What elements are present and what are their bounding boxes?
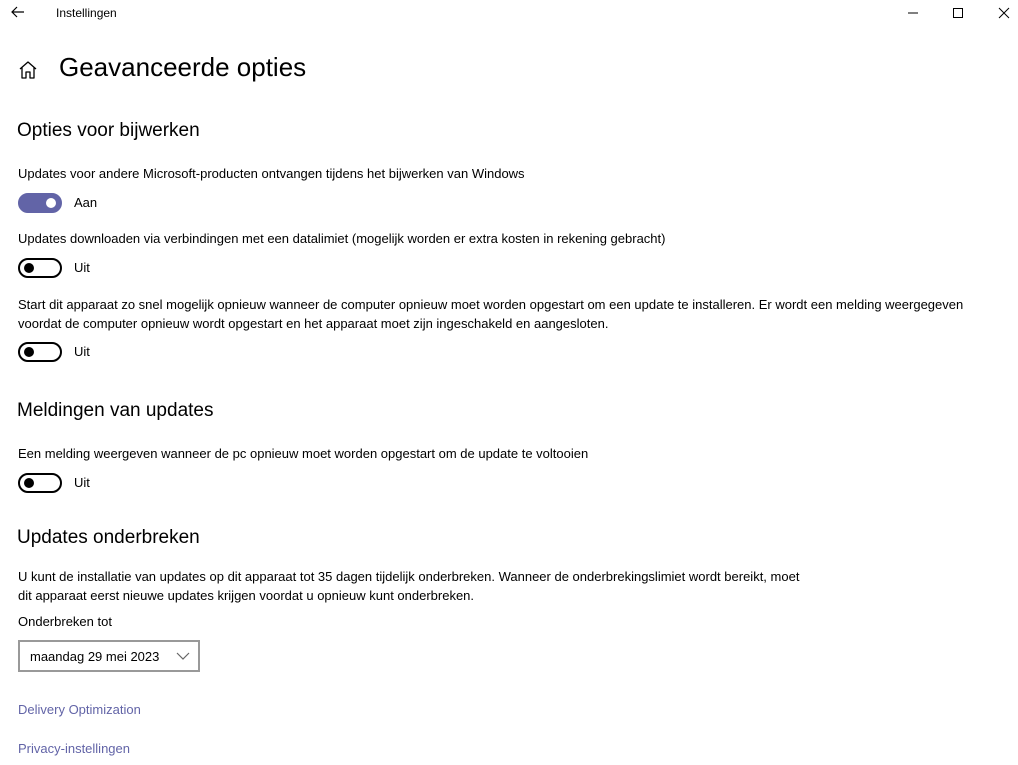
pause-description: U kunt de installatie van updates op dit…	[18, 569, 800, 603]
pause-select-label: Onderbreken tot	[18, 614, 112, 629]
option-description: Updates downloaden via verbindingen met …	[18, 231, 666, 246]
toggle-knob	[24, 263, 34, 273]
toggle-state-label: Uit	[74, 260, 90, 275]
privacy-settings-link[interactable]: Privacy-instellingen	[18, 741, 130, 756]
section-heading-notifications: Meldingen van updates	[17, 400, 214, 421]
maximize-icon	[953, 8, 963, 18]
chevron-down-icon	[176, 652, 190, 660]
arrow-left-icon	[11, 6, 24, 18]
title-bar: Instellingen	[0, 0, 1018, 26]
home-icon	[19, 61, 37, 79]
app-title: Instellingen	[56, 6, 117, 20]
maximize-button[interactable]	[935, 0, 981, 26]
option-description: Een melding weergeven wanneer de pc opni…	[18, 446, 589, 461]
close-icon	[998, 7, 1010, 19]
toggle-state-label: Aan	[74, 195, 98, 210]
toggle-restart-asap[interactable]	[18, 342, 62, 362]
close-button[interactable]	[981, 0, 1018, 26]
toggle-state-label: Uit	[74, 344, 90, 359]
minimize-button[interactable]	[890, 0, 936, 26]
toggle-state-label: Uit	[74, 475, 90, 490]
back-button[interactable]	[8, 2, 28, 22]
section-heading-pause: Updates onderbreken	[17, 527, 200, 548]
pause-until-value: maandag 29 mei 2023	[30, 649, 160, 664]
section-heading-update-options: Opties voor bijwerken	[17, 120, 200, 141]
delivery-optimization-link[interactable]: Delivery Optimization	[18, 702, 141, 717]
toggle-knob	[24, 347, 34, 357]
toggle-other-microsoft-products[interactable]	[18, 193, 62, 213]
toggle-knob	[46, 198, 56, 208]
option-description: Updates voor andere Microsoft-producten …	[18, 166, 525, 181]
toggle-metered-connections[interactable]	[18, 258, 62, 278]
option-description: Start dit apparaat zo snel mogelijk opni…	[18, 297, 964, 331]
pause-until-dropdown[interactable]: maandag 29 mei 2023	[18, 640, 200, 672]
minimize-icon	[908, 12, 918, 14]
toggle-restart-notification[interactable]	[18, 473, 62, 493]
home-button[interactable]	[17, 59, 39, 81]
toggle-knob	[24, 478, 34, 488]
page-title: Geavanceerde opties	[59, 52, 307, 82]
